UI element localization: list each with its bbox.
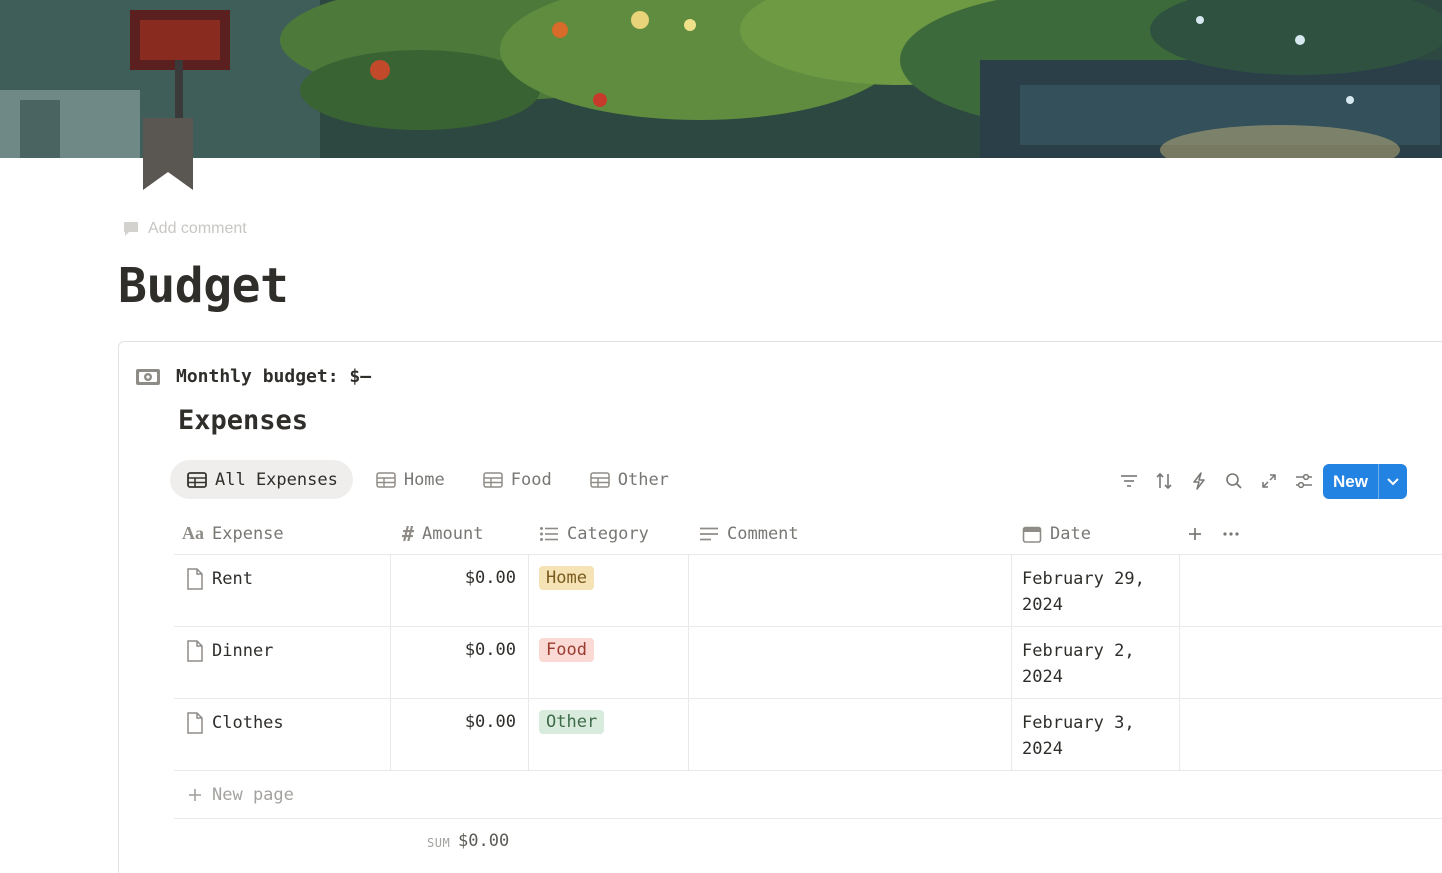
add-column-button[interactable] [1187,512,1203,555]
table-icon [376,471,396,488]
date-cell[interactable]: February 3, 2024 [1012,699,1180,771]
settings-icon[interactable] [1286,466,1321,496]
amount-cell[interactable]: $0.00 [391,627,529,699]
title-icon: Aa [182,523,204,543]
text-icon [700,527,718,540]
callout-text[interactable]: Monthly budget: $– [176,366,371,387]
new-button-label[interactable]: New [1323,464,1378,499]
category-tag: Other [539,710,605,734]
calculation-row: SUM $0.00 [174,819,1442,864]
category-cell[interactable]: Food [529,627,689,699]
column-header-comment[interactable]: Comment [699,512,799,555]
tab-food[interactable]: Food [466,460,567,499]
database-toolbar [1111,466,1321,496]
sort-icon[interactable] [1146,466,1181,496]
page-icon [187,712,203,734]
comment-cell[interactable] [689,627,1012,699]
ellipsis-icon [1223,531,1239,536]
chevron-down-icon[interactable] [1378,464,1407,499]
calendar-icon [1022,526,1042,543]
expense-name: Clothes [212,713,284,733]
category-tag: Home [539,566,594,590]
bookmark-icon[interactable] [143,118,193,192]
page-title[interactable]: Budget [118,258,289,314]
table-icon [483,471,503,488]
add-comment-label: Add comment [148,220,247,237]
page-icon [187,568,203,590]
add-comment-button[interactable]: Add comment [122,220,247,238]
column-header-amount[interactable]: # Amount [402,512,483,555]
expense-cell[interactable]: Rent [174,555,391,627]
filter-icon[interactable] [1111,466,1146,496]
sum-label[interactable]: SUM [427,836,450,850]
expense-name: Rent [212,569,253,589]
tab-other[interactable]: Other [573,460,684,499]
date-cell[interactable]: February 29, 2024 [1012,555,1180,627]
amount-value: $0.00 [464,640,516,660]
amount-cell[interactable]: $0.00 [391,555,529,627]
tab-label: All Expenses [215,469,338,490]
table-row[interactable]: Clothes $0.00 Other February 3, 2024 [174,699,1442,771]
date-cell[interactable]: February 2, 2024 [1012,627,1180,699]
column-header-date[interactable]: Date [1022,512,1091,555]
tab-home[interactable]: Home [359,460,460,499]
tab-label: Food [510,469,552,490]
date-value: February 29, 2024 [1022,569,1145,615]
table-icon [187,471,207,488]
comment-icon [124,222,138,236]
view-tabs: All Expenses Home Food Other [170,460,690,499]
cover-image [0,0,1442,158]
tab-label: Home [403,469,445,490]
table-row[interactable]: Dinner $0.00 Food February 2, 2024 [174,627,1442,699]
tab-all-expenses[interactable]: All Expenses [170,460,353,499]
plus-icon [1189,527,1201,540]
table-header: Aa Expense # Amount Category Comment Dat… [174,512,1442,555]
expense-cell[interactable]: Dinner [174,627,391,699]
column-header-category[interactable]: Category [539,512,649,555]
column-header-expense[interactable]: Aa Expense [182,512,284,555]
date-value: February 3, 2024 [1022,713,1135,759]
search-icon[interactable] [1216,466,1251,496]
amount-value: $0.00 [464,712,516,732]
list-icon [540,526,558,541]
page-icon [187,640,203,662]
plus-icon [189,788,201,801]
amount-cell[interactable]: $0.00 [391,699,529,771]
expenses-table: Aa Expense # Amount Category Comment Dat… [174,512,1442,864]
automation-icon[interactable] [1181,466,1216,496]
money-icon[interactable] [136,368,160,390]
expense-cell[interactable]: Clothes [174,699,391,771]
more-options-button[interactable] [1222,512,1240,555]
comment-cell[interactable] [689,699,1012,771]
date-value: February 2, 2024 [1022,641,1135,687]
table-icon [589,471,610,488]
category-tag: Food [539,638,594,662]
sum-value[interactable]: $0.00 [458,831,509,851]
new-button: New [1323,464,1407,499]
amount-value: $0.00 [464,568,516,588]
tab-label: Other [617,469,669,490]
number-icon: # [402,521,415,546]
expense-name: Dinner [212,641,274,661]
category-cell[interactable]: Home [529,555,689,627]
new-page-button[interactable]: New page [174,771,1442,819]
category-cell[interactable]: Other [529,699,689,771]
comment-cell[interactable] [689,555,1012,627]
database-title[interactable]: Expenses [178,405,308,436]
new-page-label: New page [212,784,294,805]
expand-icon[interactable] [1251,466,1286,496]
table-row[interactable]: Rent $0.00 Home February 29, 2024 [174,555,1442,627]
